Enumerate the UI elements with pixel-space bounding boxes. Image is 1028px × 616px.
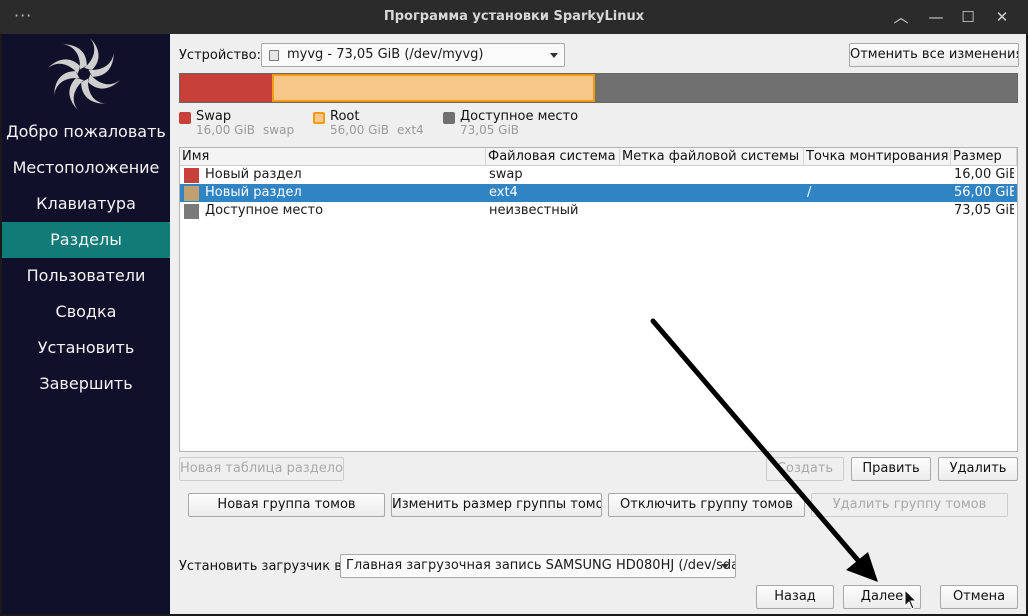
table-cell: swap [489, 167, 523, 182]
legend-details: 56,00 GiB ext4 [330, 123, 424, 137]
table-cell: неизвестный [489, 203, 579, 218]
cancel-button[interactable]: Отмена [940, 585, 1018, 609]
sidebar-item: Клавиатура [36, 194, 136, 213]
edit-button[interactable]: Править [851, 457, 931, 481]
table-cell: / [807, 185, 812, 200]
legend-details: 73,05 GiB [460, 123, 527, 137]
create-button[interactable]: Создать [766, 457, 844, 481]
partition-color-swatch [184, 204, 199, 219]
chevron-down-icon [721, 564, 729, 569]
table-cell [623, 184, 801, 202]
table-row[interactable]: Доступное место неизвестный 73,05 GiB [180, 202, 1017, 220]
column-header[interactable]: Файловая система [486, 148, 620, 166]
legend-size: 16,00 GiB [196, 123, 256, 137]
table-cell: 56,00 GiB [954, 185, 1014, 200]
maximize-icon[interactable]: ☐ [957, 6, 979, 28]
column-header[interactable]: Размер [951, 148, 1017, 166]
partition-table[interactable]: Имя Файловая система Метка файловой систем… [179, 147, 1018, 452]
sidebar-item: Сводка [55, 302, 117, 321]
resize-volume-group-button[interactable]: Изменить размер группы томов [391, 493, 602, 517]
table-cell [623, 202, 801, 220]
legend-swatch [313, 112, 325, 124]
table-cell: 16,00 GiB [954, 167, 1014, 182]
legend-swatch [179, 112, 191, 124]
partition-segment[interactable] [595, 74, 1016, 102]
sidebar-item: Разделы [2, 222, 170, 258]
bootloader-select-value: Главная загрузочная запись SAMSUNG HD080… [346, 558, 736, 573]
delete-button[interactable]: Удалить [938, 457, 1018, 481]
sidebar-item: Завершить [39, 374, 133, 393]
legend-size: 73,05 GiB [460, 123, 520, 137]
new-volume-group-button[interactable]: Новая группа томов [188, 493, 385, 517]
table-cell [623, 166, 801, 184]
partition-segment[interactable] [180, 74, 272, 102]
legend-details: 16,00 GiB swap [196, 123, 294, 137]
close-icon[interactable]: ✕ [991, 6, 1013, 28]
sidebar-item: Местоположение [12, 158, 160, 177]
legend-item: Root 56,00 GiB ext4 [313, 109, 453, 139]
table-header: Имя Файловая система Метка файловой систем… [180, 148, 1017, 166]
remove-volume-group-button[interactable]: Удалить группу томов [811, 493, 1008, 517]
table-cell [807, 166, 948, 184]
new-partition-table-button[interactable]: Новая таблица разделов [179, 457, 344, 481]
minimize-icon[interactable]: — [925, 6, 947, 28]
partition-color-swatch [184, 168, 199, 183]
table-cell: ext4 [489, 185, 518, 200]
table-cell: Новый раздел [205, 167, 302, 182]
collapse-icon[interactable]: ︿ [890, 6, 912, 28]
window-title: Программа установки SparkyLinux [383, 9, 645, 24]
legend-name: Swap [196, 109, 232, 124]
legend-name: Root [330, 109, 360, 124]
next-button[interactable]: Далее [843, 585, 921, 609]
legend-name: Доступное место [460, 109, 579, 124]
table-cell: 73,05 GiB [954, 203, 1014, 218]
legend-filesystem: swap [263, 123, 295, 137]
table-row[interactable]: Новый раздел swap 16,00 GiB [180, 166, 1017, 184]
column-header[interactable]: Имя [180, 148, 486, 166]
legend-item: Swap 16,00 GiB swap [179, 109, 319, 139]
title-bar: ··· Программа установки SparkyLinux ︿ — … [0, 0, 1028, 34]
legend-swatch [443, 112, 455, 124]
sidebar-item: Пользователи [26, 266, 146, 285]
table-cell: Новый раздел [205, 185, 302, 200]
partition-segment[interactable] [272, 74, 595, 102]
chevron-down-icon [550, 53, 558, 58]
partition-color-swatch [184, 186, 199, 201]
partition-bar [179, 73, 1018, 103]
column-header[interactable]: Метка файловой системы [620, 148, 804, 166]
device-select[interactable]: myvg - 73,05 GiB (/dev/myvg) [261, 43, 565, 67]
legend-size: 56,00 GiB [330, 123, 390, 137]
revert-all-button[interactable]: Отменить все изменения [849, 43, 1019, 67]
sparky-logo-icon [48, 38, 120, 110]
sidebar-item: Установить [37, 338, 135, 357]
sidebar-item: Добро пожаловать [6, 122, 166, 141]
deactivate-volume-group-button[interactable]: Отключить группу томов [608, 493, 805, 517]
device-label: Устройство: [179, 48, 262, 63]
legend-filesystem: ext4 [397, 123, 424, 137]
legend-item: Доступное место 73,05 GiB [443, 109, 583, 139]
table-cell: Доступное место [205, 203, 324, 218]
bootloader-label: Установить загрузчик в: [179, 559, 347, 574]
table-cell [807, 202, 948, 220]
device-select-value: myvg - 73,05 GiB (/dev/myvg) [287, 47, 484, 62]
back-button[interactable]: Назад [756, 585, 834, 609]
bootloader-select[interactable]: Главная загрузочная запись SAMSUNG HD080… [340, 554, 736, 578]
column-header[interactable]: Точка монтирования [804, 148, 951, 166]
table-row[interactable]: Новый раздел ext4 / 56,00 GiB [180, 184, 1017, 202]
sidebar: Добро пожаловать Местоположение Клавиатура… [2, 34, 170, 614]
partitions-page: Устройство: myvg - 73,05 GiB (/dev/myvg)… [170, 34, 1026, 614]
disk-icon [269, 50, 279, 61]
